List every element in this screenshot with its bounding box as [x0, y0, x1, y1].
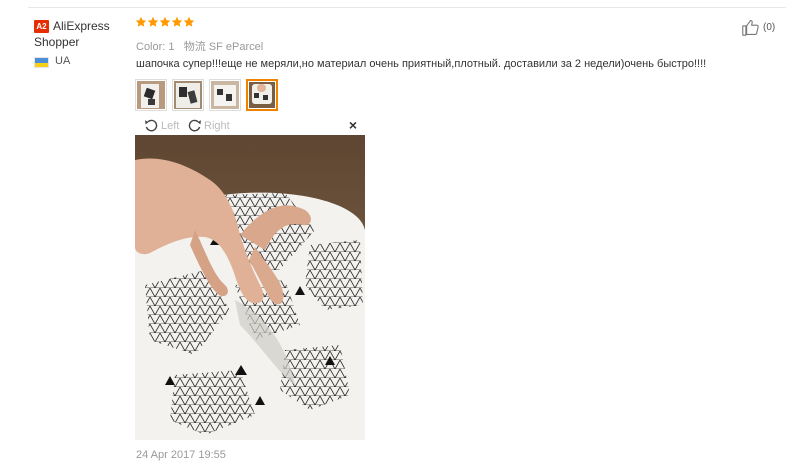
star-icon — [159, 16, 171, 27]
review-photo-illustration — [135, 135, 365, 440]
review-photo-thumbnail-4[interactable] — [246, 79, 278, 111]
buyer-level-badge: A2 — [34, 20, 49, 33]
buyer-name-line2: Shopper — [34, 35, 80, 49]
thumbs-up-icon — [742, 20, 759, 36]
review-photo-thumbnail-1[interactable] — [135, 79, 167, 111]
shipping-label: 物流 — [183, 41, 206, 53]
thumbnail-image — [137, 81, 165, 109]
buyer-country: UA — [55, 55, 71, 67]
review-photo-thumbnails — [135, 79, 278, 111]
rotate-right-label: Right — [204, 119, 230, 132]
star-rating — [135, 16, 195, 28]
review-photo-enlarged — [135, 135, 365, 440]
thumbnail-image — [211, 81, 239, 109]
buyer-name: AliExpress — [53, 19, 110, 33]
image-viewer-toolbar: Left Right × — [135, 117, 365, 135]
close-icon[interactable]: × — [349, 117, 357, 133]
country-flag-icon — [34, 57, 49, 68]
top-divider — [28, 7, 786, 8]
shipping-value: SF eParcel — [208, 41, 264, 53]
color-label: Color: — [136, 41, 166, 53]
star-icon — [171, 16, 183, 27]
rotate-left-label: Left — [161, 119, 180, 132]
rotate-left-icon — [145, 119, 158, 132]
star-icon — [147, 16, 159, 27]
star-icon — [183, 16, 195, 27]
rotate-right-button[interactable]: Right — [187, 118, 230, 133]
star-icon — [135, 16, 147, 27]
rotate-right-icon — [188, 119, 201, 132]
review-date: 24 Apr 2017 19:55 — [136, 449, 226, 461]
helpful-count: (0) — [763, 22, 776, 33]
review-text: шапочка супер!!!еще не меряли,но материа… — [136, 58, 707, 70]
color-value: 1 — [168, 41, 175, 53]
order-attributes: Color: 1 物流 SF eParcel — [136, 38, 263, 54]
review-photo-thumbnail-2[interactable] — [172, 79, 204, 111]
rotate-left-button[interactable]: Left — [144, 118, 179, 133]
review-photo-thumbnail-3[interactable] — [209, 79, 241, 111]
helpful-button[interactable]: (0) — [741, 19, 775, 36]
thumbnail-image — [174, 81, 202, 109]
thumbnail-image — [249, 82, 275, 108]
